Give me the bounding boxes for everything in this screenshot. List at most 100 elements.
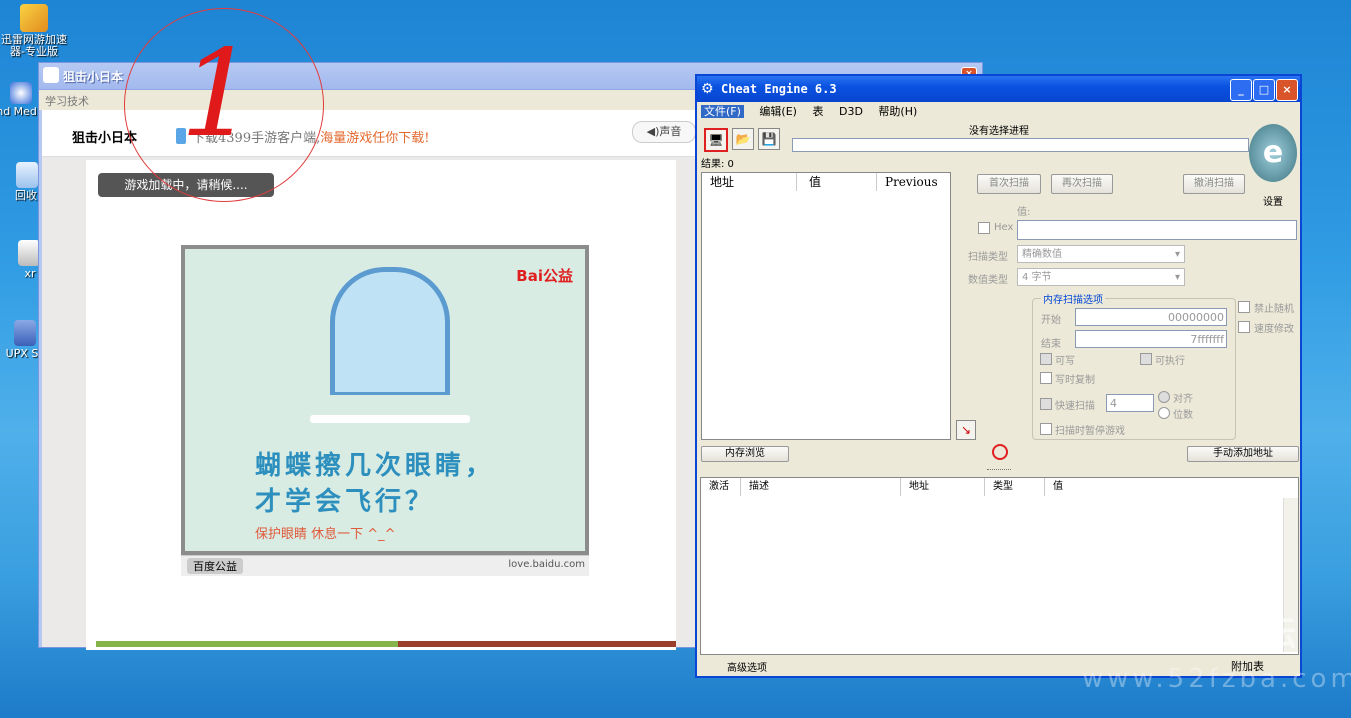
end-address-input[interactable]: 7fffffff	[1075, 330, 1227, 348]
desktop-icon-label: 迅雷网游加速器-专业版	[1, 33, 67, 58]
result-count: 结果: 0	[701, 159, 734, 170]
start-address-value: 00000000	[1168, 311, 1224, 324]
memory-scan-options-title: 内存扫描选项	[1041, 291, 1105, 306]
memory-view-button[interactable]: 内存浏览	[701, 446, 789, 462]
pause-game-label: 扫描时暂停游戏	[1055, 426, 1125, 437]
ce-gear-icon: ⚙	[701, 81, 714, 97]
process-bar	[792, 138, 1249, 152]
table-col-type[interactable]: 类型	[985, 478, 1045, 496]
game-window-title: 狙击小日本	[63, 70, 124, 84]
fast-scan-label: 快速扫描	[1055, 401, 1095, 412]
ce-menubar: 文件(F) 编辑(E) 表 D3D 帮助(H)	[697, 103, 1300, 121]
menu-help[interactable]: 帮助(H)	[878, 105, 917, 118]
speed-hack-label: 速度修改	[1254, 324, 1294, 335]
ce-titlebar[interactable]: ⚙ Cheat Engine 6.3 _ □ ×	[697, 76, 1300, 102]
end-label: 结束	[1041, 339, 1061, 350]
ad-line-1: 蝴蝶擦几次眼睛，	[255, 451, 496, 481]
game-frame[interactable]: 游戏加载中，请稍候.... Bai公益 蝴蝶擦几次眼睛， 才学会飞行？ 保护眼睛…	[86, 160, 676, 650]
no-random-label: 禁止随机	[1254, 304, 1294, 315]
recycle-bin-icon	[16, 162, 38, 188]
open-file-icon[interactable]: 📂	[732, 128, 754, 150]
pointer-arrow-icon[interactable]: ↘	[956, 420, 976, 440]
settings-label[interactable]: 设置	[1263, 193, 1283, 208]
add-address-button[interactable]: 手动添加地址	[1187, 446, 1299, 462]
cheat-engine-window: ⚙ Cheat Engine 6.3 _ □ × 文件(F) 编辑(E) 表 D…	[695, 74, 1302, 678]
clear-list-icon[interactable]	[992, 444, 1008, 460]
hex-label: Hex	[994, 222, 1014, 233]
value-label: 值:	[1017, 207, 1031, 218]
xr-icon	[18, 240, 40, 266]
menu-edit[interactable]: 编辑(E)	[759, 105, 797, 118]
watermark-url: www.52fzba.com	[1082, 664, 1351, 694]
baidu-logo: Bai公益	[516, 267, 573, 285]
progress-fill	[96, 641, 398, 647]
align-radio[interactable]	[1158, 391, 1170, 403]
table-col-value[interactable]: 值	[1045, 478, 1298, 496]
pause-game-checkbox[interactable]	[1040, 423, 1052, 435]
table-col-description[interactable]: 描述	[741, 478, 901, 496]
writable-label: 可写	[1055, 356, 1075, 367]
executable-label: 可执行	[1155, 356, 1185, 367]
last-digits-label: 位数	[1173, 410, 1193, 421]
menu-table[interactable]: 表	[812, 105, 823, 118]
value-type-label: 数值类型	[968, 275, 1008, 286]
no-random-checkbox[interactable]	[1238, 301, 1250, 313]
minimize-button[interactable]: _	[1230, 79, 1252, 101]
media-player-icon	[10, 82, 32, 104]
ad-tagline: 保护眼睛 休息一下 ^_^	[255, 527, 396, 542]
ad-line-2: 才学会飞行？	[255, 487, 436, 517]
col-address[interactable]: 地址	[702, 173, 797, 191]
table-col-address[interactable]: 地址	[901, 478, 985, 496]
start-address-input[interactable]: 00000000	[1075, 308, 1227, 326]
sound-button[interactable]: ◀)声音	[632, 121, 696, 143]
col-value[interactable]: 值	[797, 173, 877, 191]
copy-on-write-label: 写时复制	[1055, 375, 1095, 386]
ad-banner[interactable]: Bai公益 蝴蝶擦几次眼睛， 才学会飞行？ 保护眼睛 休息一下 ^_^	[181, 245, 589, 555]
fast-scan-checkbox[interactable]	[1040, 398, 1052, 410]
next-scan-button[interactable]: 再次扫描	[1051, 174, 1113, 194]
found-address-list[interactable]: 地址 值 Previous	[701, 172, 951, 440]
menu-learn[interactable]: 学习技术	[45, 93, 89, 109]
watermark-title: 我爱辅助论坛	[1082, 614, 1298, 654]
hex-checkbox[interactable]	[978, 222, 990, 234]
align-label: 对齐	[1173, 394, 1193, 405]
ce-window-title: Cheat Engine 6.3	[721, 82, 837, 96]
close-button[interactable]: ×	[1276, 79, 1298, 101]
menu-file[interactable]: 文件(F)	[701, 105, 744, 118]
game-app-icon	[43, 67, 59, 83]
download-highlight: 海量游戏任你下载!	[320, 131, 430, 146]
ad-footer-left: 百度公益	[187, 558, 243, 574]
scan-type-select[interactable]: 精确数值	[1017, 245, 1185, 264]
writable-checkbox[interactable]	[1040, 353, 1052, 365]
sill-illustration	[310, 415, 470, 423]
xunlei-icon	[20, 4, 48, 32]
menu-d3d[interactable]: D3D	[839, 105, 863, 118]
scan-type-label: 扫描类型	[968, 252, 1008, 263]
annotation-number: 1	[180, 25, 257, 164]
col-previous[interactable]: Previous	[877, 173, 950, 191]
fast-scan-input[interactable]: 4	[1106, 394, 1154, 412]
save-file-icon[interactable]: 💾	[758, 128, 780, 150]
upx-icon	[14, 320, 36, 346]
value-type-select[interactable]: 4 字节	[1017, 268, 1185, 287]
value-input[interactable]	[1017, 220, 1297, 240]
start-label: 开始	[1041, 315, 1061, 326]
table-col-active[interactable]: 激活	[701, 478, 741, 496]
maximize-button[interactable]: □	[1253, 79, 1275, 101]
process-label: 没有选择进程	[969, 126, 1029, 137]
window-illustration	[330, 267, 450, 395]
undo-scan-button[interactable]: 撤消扫描	[1183, 174, 1245, 194]
copy-on-write-checkbox[interactable]	[1040, 372, 1052, 384]
last-digits-radio[interactable]	[1158, 407, 1170, 419]
ad-footer: 百度公益 love.baidu.com	[181, 555, 589, 576]
first-scan-button[interactable]: 首次扫描	[977, 174, 1041, 194]
ad-footer-right[interactable]: love.baidu.com	[508, 559, 585, 570]
splitter-handle[interactable]	[987, 469, 1011, 472]
executable-checkbox[interactable]	[1140, 353, 1152, 365]
speed-hack-checkbox[interactable]	[1238, 321, 1250, 333]
advanced-options[interactable]: 高级选项	[727, 659, 767, 674]
progress-bar	[96, 641, 676, 647]
desktop-icon-xunlei[interactable]: 迅雷网游加速器-专业版	[0, 4, 70, 58]
open-process-button[interactable]: 🖥	[704, 128, 728, 152]
ce-logo[interactable]: e	[1249, 124, 1297, 182]
